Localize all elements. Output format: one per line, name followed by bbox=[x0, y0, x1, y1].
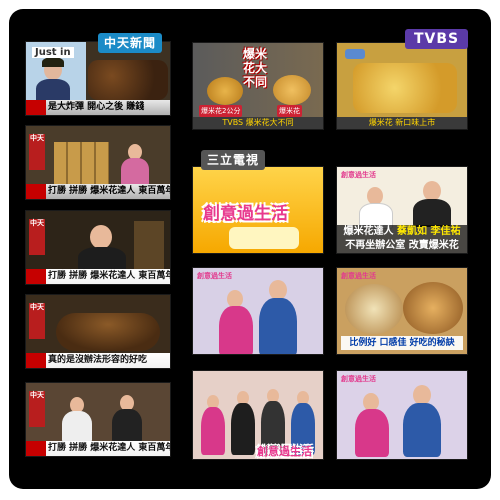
cti-ticker-2: 打勝 拼勝 爆米花達人 東百萬年薪 bbox=[26, 184, 170, 199]
show-mini-logo: 創意過生活 bbox=[341, 272, 376, 280]
show-logo: 創意過生活 bbox=[203, 204, 288, 224]
cti-side-logo: 中天 bbox=[29, 219, 45, 255]
set-channel-badge: 三立電視 bbox=[201, 150, 266, 170]
cti-clip-3[interactable]: 中天 打勝 拼勝 爆米花達人 東百萬年薪 bbox=[25, 210, 171, 285]
set-clip-2[interactable]: 創意過生活 爆米花達人 蔡凱如 李佳祐 不再坐辦公室 改賣爆米花 bbox=[336, 166, 468, 254]
cti-side-logo: 中天 bbox=[29, 303, 45, 339]
tvbs-clip-2[interactable]: 爆米花 新口味上市 bbox=[336, 42, 468, 130]
cti-ticker-5: 打勝 拼勝 爆米花達人 東百萬年薪 bbox=[26, 441, 170, 456]
cti-side-logo: 中天 bbox=[29, 391, 45, 427]
cti-ticker-3: 打勝 拼勝 爆米花達人 東百萬年薪 bbox=[26, 269, 170, 284]
set-clip-4[interactable]: 創意過生活 比例好 口感佳 好吃的秘訣 bbox=[336, 267, 468, 355]
show-mini-logo: 創意過生活 bbox=[341, 171, 376, 179]
cti-ticker-1: 是大炸彈 開心之後 賺錢 bbox=[26, 100, 170, 115]
set-clip-3[interactable]: 創意過生活 bbox=[192, 267, 324, 355]
set-clip-6[interactable]: 創意過生活 bbox=[336, 370, 468, 460]
set-caption: 比例好 口感佳 好吃的秘訣 bbox=[341, 336, 463, 350]
tvbs-left-label: 爆米花2公分 bbox=[199, 105, 243, 117]
tvbs-ticker-2: 爆米花 新口味上市 bbox=[337, 117, 467, 129]
cti-side-logo: 中天 bbox=[29, 134, 45, 170]
cti-channel-badge: 中天新聞 bbox=[98, 33, 163, 53]
guest-name-bar: 爆米花達人 蔡凱如 李佳祐 不再坐辦公室 改賣爆米花 bbox=[337, 225, 467, 253]
set-clip-5[interactable]: 創意過生活 bbox=[192, 370, 324, 460]
show-logo: 創意過生活 bbox=[257, 445, 312, 458]
show-mini-logo: 創意過生活 bbox=[197, 272, 232, 280]
tvbs-right-label: 爆米花 bbox=[277, 105, 302, 117]
set-clip-1[interactable]: 創意過生活 bbox=[192, 166, 324, 254]
cti-clip-4[interactable]: 中天 真的是沒辦法形容的好吃 bbox=[25, 294, 171, 369]
tvbs-ticker-1: TVBS 爆米花大不同 bbox=[193, 117, 323, 129]
cti-ticker-4: 真的是沒辦法形容的好吃 bbox=[26, 353, 170, 368]
just-in-label: Just in bbox=[32, 47, 74, 58]
tvbs-channel-badge: TVBS bbox=[405, 29, 469, 49]
show-mini-logo: 創意過生活 bbox=[341, 375, 376, 383]
tvbs-clip-1[interactable]: 爆米花大不同 爆米花2公分 爆米花 TVBS 爆米花大不同 bbox=[192, 42, 324, 130]
cti-clip-5[interactable]: 中天 打勝 拼勝 爆米花達人 東百萬年薪 bbox=[25, 382, 171, 457]
tvbs-title: 爆米花大不同 bbox=[243, 47, 268, 89]
cti-clip-2[interactable]: 中天 打勝 拼勝 爆米花達人 東百萬年薪 bbox=[25, 125, 171, 200]
